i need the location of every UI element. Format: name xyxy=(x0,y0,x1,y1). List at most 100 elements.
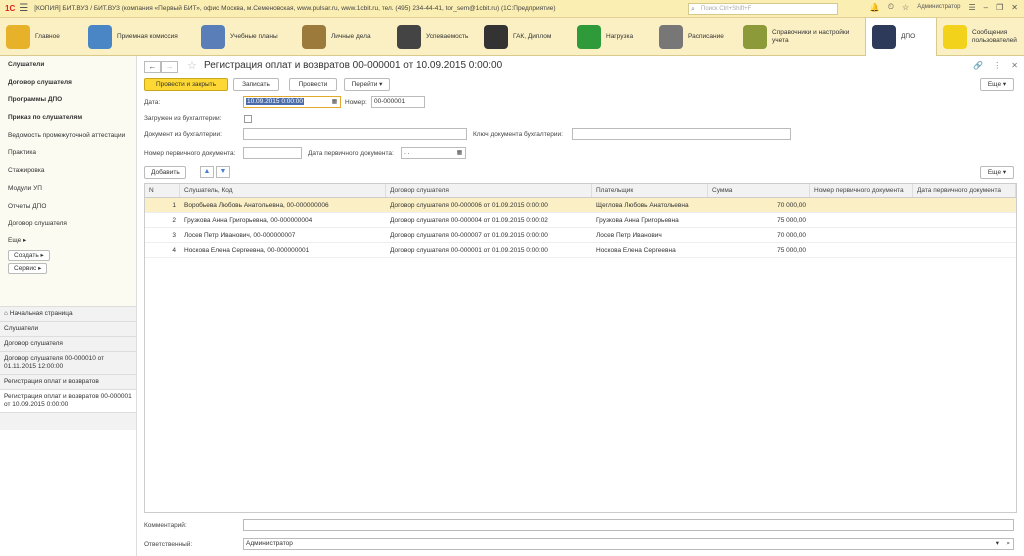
table-row[interactable]: 1 Воробьева Любовь Анатольевна, 00-000000… xyxy=(145,198,1016,213)
forward-arrow-icon[interactable]: → xyxy=(161,61,178,73)
responsible-field[interactable]: Администратор ▾ ⌕ xyxy=(243,538,1014,550)
section-3-icon xyxy=(302,25,326,49)
accounting-key-field[interactable] xyxy=(572,128,791,140)
move-down-icon[interactable]: ▼ xyxy=(216,166,230,178)
home-page-link[interactable]: ⌂ Начальная страница xyxy=(0,307,136,322)
more-button-table[interactable]: Еще ▾ xyxy=(980,166,1014,179)
link-icon[interactable]: 🔗 xyxy=(973,61,983,70)
section-1[interactable]: Приемная комиссия xyxy=(82,18,195,56)
document-form: ← → ☆ Регистрация оплат и возвратов 00-0… xyxy=(138,56,1024,556)
back-arrow-icon[interactable]: ← xyxy=(144,61,161,73)
favorite-star-icon[interactable]: ☆ xyxy=(187,59,197,72)
history-item-2[interactable]: Договор слушателя 00-000010 от 01.11.201… xyxy=(0,352,136,375)
cell-contract: Договор слушателя 00-000007 от 01.09.201… xyxy=(390,232,548,239)
dropdown-icon[interactable]: ▾ xyxy=(996,539,999,549)
navigation-panel: Слушатели Договор слушателя Программы ДПО П… xyxy=(0,56,137,306)
nav-more-link[interactable]: Еще ▸ xyxy=(0,233,136,248)
history-item-0[interactable]: Слушатели xyxy=(0,322,136,337)
number-field[interactable]: 00-000001 xyxy=(371,96,425,108)
goto-button[interactable]: Перейти ▾ xyxy=(344,78,390,91)
section-6[interactable]: Нагрузка xyxy=(571,18,653,56)
global-search-input[interactable]: ⌕ Поиск Ctrl+Shift+F xyxy=(688,3,838,15)
history-item-4[interactable]: Регистрация оплат и возвратов 00-000001 … xyxy=(0,390,136,413)
create-button[interactable]: Создать ▸ xyxy=(8,249,50,261)
nav-item-6[interactable]: Стажировка xyxy=(0,162,136,180)
service-button[interactable]: Сервис ▸ xyxy=(8,262,48,274)
section-4-label: Успеваемость xyxy=(426,33,469,40)
post-button[interactable]: Провести xyxy=(289,78,337,91)
nav-item-0[interactable]: Слушатели xyxy=(0,56,136,74)
history-item-3[interactable]: Регистрация оплат и возвратов xyxy=(0,375,136,390)
section-1-icon xyxy=(88,25,112,49)
table-row[interactable]: 2 Грузкова Анна Григорьевна, 00-000000004… xyxy=(145,213,1016,228)
section-8-icon xyxy=(743,25,767,49)
settings-menu-icon[interactable]: ☰ xyxy=(969,3,976,12)
close-form-icon[interactable]: ✕ xyxy=(1011,61,1018,70)
history-panel: ⌂ Начальная страница Слушатели Договор сл… xyxy=(0,306,137,430)
move-up-icon[interactable]: ▲ xyxy=(200,166,214,178)
calendar-icon[interactable]: ▦ xyxy=(330,98,339,106)
column-header-6[interactable]: Дата первичного документа xyxy=(913,184,1016,197)
section-2-label: Учебные планы xyxy=(230,33,278,40)
history-item-1[interactable]: Договор слушателя xyxy=(0,337,136,352)
section-10[interactable]: Сообщения пользователей xyxy=(937,18,1024,56)
section-5[interactable]: ГАК, Диплом xyxy=(478,18,571,56)
primary-number-field[interactable] xyxy=(243,147,302,159)
column-header-2[interactable]: Договор слушателя xyxy=(386,184,592,197)
table-row[interactable]: 3 Лосев Петр Иванович, 00-000000007 Догово… xyxy=(145,228,1016,243)
service-label: Сервис xyxy=(14,264,37,272)
section-2[interactable]: Учебные планы xyxy=(195,18,296,56)
calendar-icon[interactable]: ▦ xyxy=(455,149,464,157)
nav-item-9[interactable]: Договор слушателя xyxy=(0,215,136,233)
section-8-label: Справочники и настройки учета xyxy=(772,29,850,44)
accounting-document-field[interactable] xyxy=(243,128,467,140)
save-button[interactable]: Записать xyxy=(233,78,279,91)
maximize-icon[interactable]: ❐ xyxy=(996,3,1003,12)
cell-n: 2 xyxy=(172,217,176,224)
more-actions-icon[interactable]: ⋮ xyxy=(993,61,1001,70)
loaded-from-accounting-checkbox[interactable] xyxy=(244,115,252,123)
close-window-icon[interactable]: ✕ xyxy=(1011,3,1018,12)
table-row[interactable]: 4 Носкова Елена Сергеевна, 00-000000001 До… xyxy=(145,243,1016,258)
open-icon[interactable]: ⌕ xyxy=(1006,539,1010,549)
section-8[interactable]: Справочники и настройки учета xyxy=(737,18,865,56)
section-7[interactable]: Расписание xyxy=(653,18,737,56)
nav-item-2[interactable]: Программы ДПО xyxy=(0,91,136,109)
column-header-3[interactable]: Плательщик xyxy=(592,184,708,197)
cell-primary-number xyxy=(810,213,913,227)
post-and-close-button[interactable]: Провести и закрыть xyxy=(144,78,228,91)
minimize-icon[interactable]: – xyxy=(984,3,988,12)
nav-item-8[interactable]: Отчеты ДПО xyxy=(0,198,136,216)
section-9[interactable]: ДПО xyxy=(865,18,937,56)
column-header-5[interactable]: Номер первичного документа xyxy=(810,184,913,197)
nav-item-1[interactable]: Договор слушателя xyxy=(0,74,136,92)
section-5-icon xyxy=(484,25,508,49)
page-title: Регистрация оплат и возвратов 00-000001 … xyxy=(204,60,503,71)
nav-item-5[interactable]: Практика xyxy=(0,144,136,162)
nav-item-7[interactable]: Модули УП xyxy=(0,180,136,198)
more-button-top[interactable]: Еще ▾ xyxy=(980,78,1014,91)
responsible-value: Администратор xyxy=(246,540,293,547)
nav-item-3[interactable]: Приказ по слушателям xyxy=(0,109,136,127)
section-4[interactable]: Успеваемость xyxy=(391,18,478,56)
section-0[interactable]: Главное xyxy=(0,18,82,56)
goto-label: Перейти xyxy=(351,81,378,88)
primary-date-field[interactable]: . . ▦ xyxy=(401,147,466,159)
main-menu-icon[interactable]: ☰ xyxy=(19,3,28,14)
column-header-0[interactable]: N xyxy=(145,184,180,197)
column-header-4[interactable]: Сумма xyxy=(708,184,810,197)
add-row-button[interactable]: Добавить xyxy=(144,166,186,179)
notifications-icon[interactable]: 🔔 xyxy=(870,3,880,12)
comment-field[interactable] xyxy=(243,519,1014,531)
responsible-label: Ответственный: xyxy=(144,541,193,548)
favorites-icon[interactable]: ☆ xyxy=(902,3,909,12)
date-field[interactable]: 10.09.2015 0:00:00 ▦ xyxy=(243,96,341,108)
column-header-1[interactable]: Слушатель, Код xyxy=(180,184,386,197)
nav-item-4[interactable]: Ведомость промежуточной аттестации xyxy=(0,127,136,145)
home-icon: ⌂ xyxy=(4,310,8,317)
section-3[interactable]: Личные дела xyxy=(296,18,391,56)
cell-primary-number xyxy=(810,228,913,242)
user-name[interactable]: Администратор xyxy=(917,4,960,10)
cell-primary-date xyxy=(913,213,1016,227)
history-icon[interactable]: ⏲ xyxy=(888,2,894,12)
